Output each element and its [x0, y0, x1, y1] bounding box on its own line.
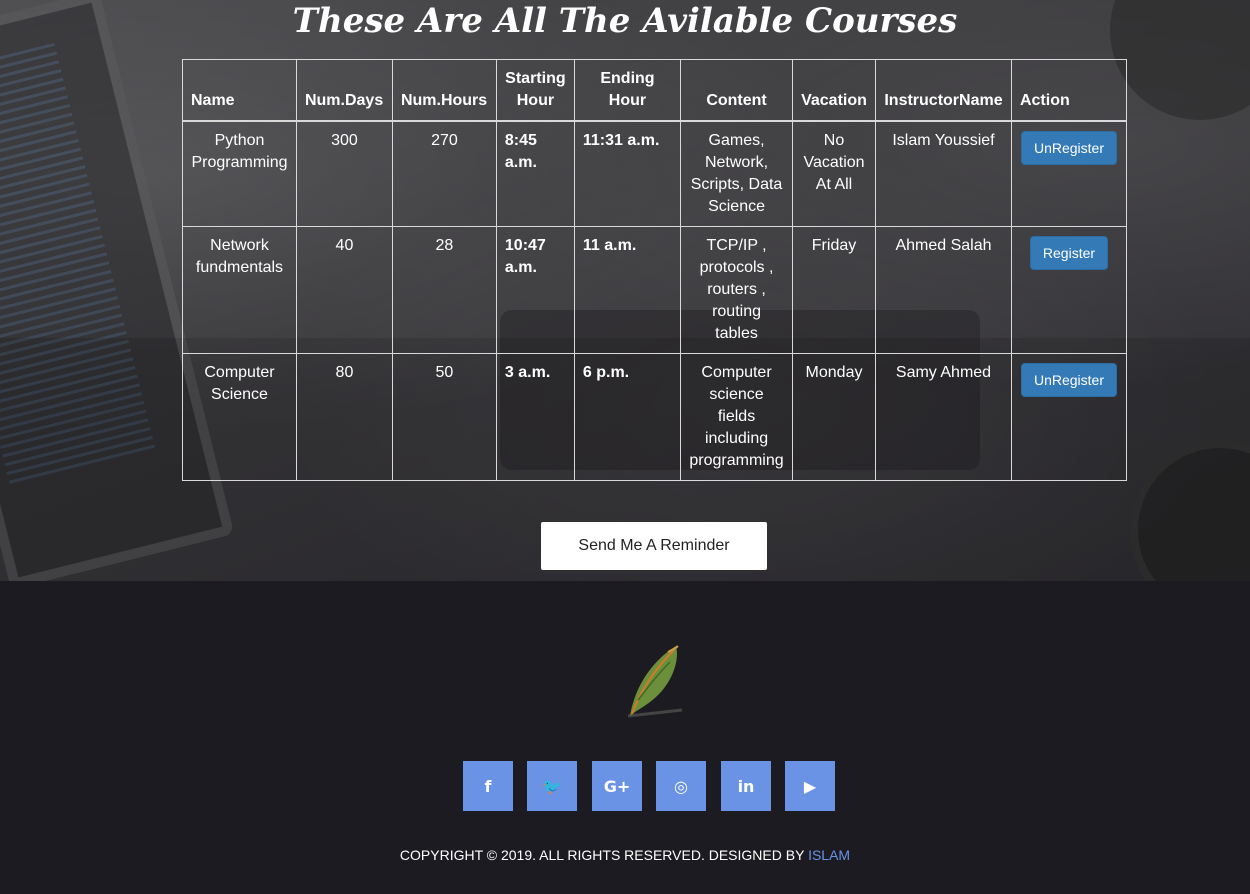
- cell-end: 11:31 a.m.: [573, 120, 682, 227]
- cell-name: Computer Science: [182, 353, 297, 481]
- cell-content: Computer science fields including progra…: [680, 353, 794, 481]
- table-row: Computer Science 80 50 3 a.m. 6 p.m. Com…: [182, 353, 1128, 481]
- table-header-row: Name Num.Days Num.Hours Starting Hour En…: [182, 59, 1128, 122]
- instagram-icon[interactable]: ◎: [656, 761, 706, 811]
- header-hours: Num.Hours: [391, 59, 497, 122]
- table-row: Network fundmentals 40 28 10:47 a.m. 11 …: [182, 226, 1128, 354]
- feather-quill-icon: [627, 645, 683, 718]
- cell-start: 8:45 a.m.: [495, 120, 575, 227]
- youtube-icon[interactable]: ▶: [785, 761, 835, 811]
- cell-days: 300: [295, 120, 393, 227]
- linkedin-icon[interactable]: in: [721, 761, 771, 811]
- cell-end: 6 p.m.: [573, 353, 682, 481]
- cell-action: Register: [1010, 226, 1128, 354]
- header-content: Content: [680, 59, 794, 122]
- send-reminder-button[interactable]: Send Me A Reminder: [541, 522, 767, 570]
- cell-content: TCP/IP , protocols , routers , routing t…: [680, 226, 794, 354]
- cell-vacation: Monday: [792, 353, 876, 481]
- twitter-icon[interactable]: 🐦: [527, 761, 577, 811]
- unregister-button[interactable]: UnRegister: [1020, 131, 1117, 165]
- cell-hours: 50: [391, 353, 497, 481]
- cell-instructor: Samy Ahmed: [875, 353, 1012, 481]
- unregister-button[interactable]: UnRegister: [1020, 363, 1117, 397]
- cell-start: 10:47 a.m.: [495, 226, 575, 354]
- table-row: Python Programming 300 270 8:45 a.m. 11:…: [182, 120, 1128, 227]
- page-title: These Are All The Avilable Courses: [292, 1, 958, 41]
- cell-name: Network fundmentals: [182, 226, 297, 354]
- cell-start: 3 a.m.: [495, 353, 575, 481]
- header-name: Name: [182, 59, 297, 122]
- google-plus-icon[interactable]: G+: [592, 761, 642, 811]
- header-days: Num.Days: [295, 59, 393, 122]
- cell-action: UnRegister: [1010, 120, 1128, 227]
- header-vacation: Vacation: [792, 59, 876, 122]
- cell-content: Games, Network, Scripts, Data Science: [680, 120, 794, 227]
- cell-action: UnRegister: [1010, 353, 1128, 481]
- cell-vacation: Friday: [792, 226, 876, 354]
- cell-end: 11 a.m.: [573, 226, 682, 354]
- register-button[interactable]: Register: [1029, 236, 1109, 270]
- cell-hours: 28: [391, 226, 497, 354]
- cell-days: 40: [295, 226, 393, 354]
- courses-table: Name Num.Days Num.Hours Starting Hour En…: [182, 59, 1128, 481]
- header-action: Action: [1010, 59, 1128, 122]
- facebook-icon[interactable]: f: [463, 761, 513, 811]
- copyright: COPYRIGHT © 2019. ALL RIGHTS RESERVED. D…: [0, 846, 1250, 864]
- cell-hours: 270: [391, 120, 497, 227]
- cell-instructor: Ahmed Salah: [875, 226, 1012, 354]
- header-end: Ending Hour: [573, 59, 682, 122]
- cell-name: Python Programming: [182, 120, 297, 227]
- header-instructor: InstructorName: [875, 59, 1012, 122]
- header-start: Starting Hour: [495, 59, 575, 122]
- cell-days: 80: [295, 353, 393, 481]
- designer-link[interactable]: ISLAM: [808, 847, 850, 863]
- copyright-text: COPYRIGHT © 2019. ALL RIGHTS RESERVED. D…: [399, 847, 805, 863]
- cell-vacation: No Vacation At All: [792, 120, 876, 227]
- cell-instructor: Islam Youssief: [875, 120, 1012, 227]
